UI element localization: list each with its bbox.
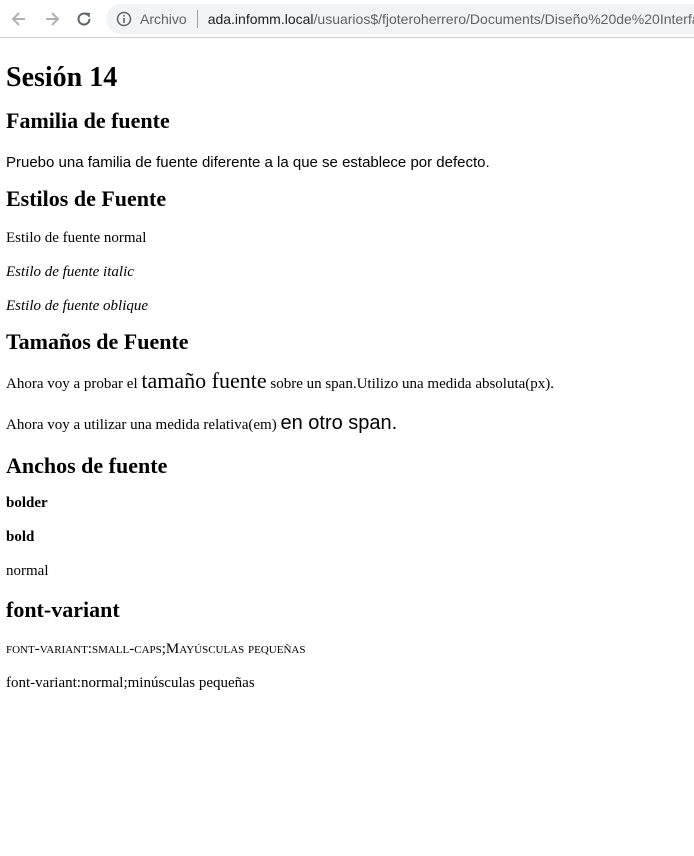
- forward-arrow-icon: [46, 12, 60, 26]
- browser-toolbar: Archivo ada.infomm.local/usuarios$/fjote…: [0, 0, 694, 38]
- info-icon[interactable]: [116, 11, 132, 27]
- page-content: Sesión 14 Familia de fuente Pruebo una f…: [0, 62, 694, 692]
- back-button[interactable]: [8, 8, 30, 30]
- forward-button[interactable]: [41, 8, 63, 30]
- back-arrow-icon: [11, 12, 25, 26]
- reload-button[interactable]: [73, 8, 95, 30]
- heading-anchos: Anchos de fuente: [6, 453, 168, 478]
- tamanos-line-2: Ahora voy a utilizar una medida relativa…: [6, 409, 688, 439]
- tamanos-line-2-start: Ahora voy a utilizar una medida relativa…: [6, 417, 281, 433]
- familia-text: Pruebo una familia de fuente diferente a…: [6, 154, 490, 171]
- estilo-normal: Estilo de fuente normal: [6, 230, 147, 246]
- tamanos-line-1-end: sobre un span.Utilizo una medida absolut…: [266, 376, 555, 392]
- variant-small-caps: font-variant:small-caps;Mayúsculas peque…: [6, 641, 306, 657]
- heading-variant: font-variant: [6, 597, 120, 622]
- otro-span: en otro span.: [280, 412, 398, 434]
- ancho-normal: normal: [6, 563, 49, 579]
- tamano-fuente-span: tamaño fuente: [141, 368, 267, 393]
- heading-familia: Familia de fuente: [6, 108, 170, 133]
- ancho-bold: bold: [6, 529, 35, 545]
- url-host: ada.infomm.local: [207, 11, 314, 27]
- tamanos-line-1-start: Ahora voy a probar el: [6, 376, 142, 392]
- estilo-oblique: Estilo de fuente oblique: [6, 298, 149, 314]
- heading-estilos: Estilos de Fuente: [6, 186, 167, 211]
- heading-tamanos: Tamaños de Fuente: [6, 329, 189, 354]
- address-bar[interactable]: Archivo ada.infomm.local/usuarios$/fjote…: [106, 4, 694, 34]
- address-separator: [196, 10, 198, 28]
- page-title: Sesión 14: [6, 62, 118, 93]
- scheme-label: Archivo: [140, 11, 187, 27]
- variant-normal: font-variant:normal;minúsculas pequeñas: [6, 675, 255, 691]
- url-path: /usuarios$/fjoteroherrero/Documents/Dise…: [313, 11, 694, 27]
- tamanos-line-1: Ahora voy a probar el tamaño fuente sobr…: [6, 367, 688, 398]
- estilo-italic: Estilo de fuente italic: [6, 264, 134, 280]
- ancho-bolder: bolder: [6, 495, 48, 511]
- reload-icon: [77, 12, 91, 26]
